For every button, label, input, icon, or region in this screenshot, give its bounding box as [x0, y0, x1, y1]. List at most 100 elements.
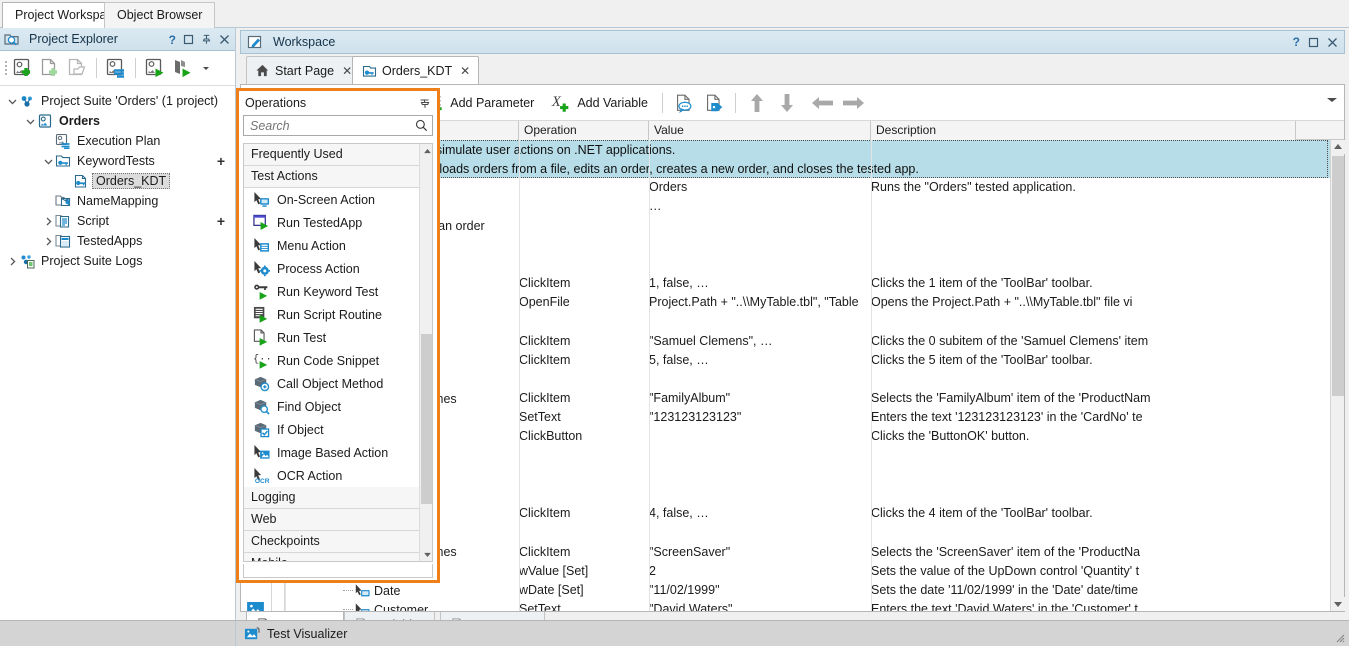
- value-cell[interactable]: [649, 236, 871, 255]
- operation-cell[interactable]: wValue [Set]: [519, 562, 649, 581]
- add-item-button[interactable]: +: [217, 214, 225, 228]
- help-button[interactable]: ?: [169, 34, 176, 46]
- add-item-button[interactable]: +: [217, 154, 225, 168]
- grid-header-value[interactable]: Value: [649, 121, 871, 140]
- close-icon[interactable]: ✕: [460, 64, 470, 78]
- operation-cell[interactable]: ClickItem: [519, 274, 649, 293]
- grid-vertical-scrollbar[interactable]: [1330, 140, 1344, 611]
- new-item-icon[interactable]: [38, 56, 62, 80]
- operation-cell[interactable]: ClickItem: [519, 389, 649, 408]
- ops-scroll-down-button[interactable]: [420, 547, 433, 561]
- value-cell[interactable]: "123123123123": [649, 408, 871, 427]
- operations-group-frequently-used[interactable]: Frequently Used: [244, 144, 432, 166]
- operations-group-checkpoints[interactable]: Checkpoints: [244, 531, 432, 553]
- operations-search-box[interactable]: [243, 115, 433, 136]
- move-left-icon[interactable]: [810, 93, 836, 113]
- value-cell[interactable]: [649, 312, 871, 331]
- grid-header-description[interactable]: Description: [871, 121, 1296, 140]
- search-icon[interactable]: [415, 119, 428, 132]
- operation-item-process-action[interactable]: Process Action: [244, 257, 432, 280]
- tree-node-orders-kdt[interactable]: Orders_KDT: [0, 171, 235, 191]
- table-row[interactable]: DatewDate [Set]"11/02/1999"Sets the date…: [241, 581, 1330, 600]
- operation-cell[interactable]: ClickItem: [519, 543, 649, 562]
- operation-item-run-script-routine[interactable]: Run Script Routine: [244, 303, 432, 326]
- value-cell[interactable]: [649, 447, 871, 466]
- value-cell[interactable]: Orders: [649, 178, 871, 197]
- scroll-down-button[interactable]: [1331, 597, 1345, 611]
- move-up-icon[interactable]: [744, 92, 770, 114]
- chevron-right-icon[interactable]: [42, 235, 55, 248]
- tree-node-script[interactable]: Script+: [0, 211, 235, 231]
- maximize-button[interactable]: [183, 34, 194, 45]
- add-comment-icon[interactable]: [671, 92, 697, 114]
- chevron-down-icon[interactable]: [24, 115, 37, 128]
- operation-cell[interactable]: [519, 312, 649, 331]
- operation-item-image-based-action[interactable]: Image Based Action: [244, 441, 432, 464]
- close-icon[interactable]: ✕: [342, 64, 352, 78]
- open-item-icon[interactable]: [65, 56, 89, 80]
- search-input[interactable]: [248, 118, 415, 134]
- operation-cell[interactable]: SetText: [519, 600, 649, 611]
- value-cell[interactable]: [649, 523, 871, 542]
- run-test-icon[interactable]: [170, 56, 194, 80]
- doc-tab-orders-kdt[interactable]: Orders_KDT ✕: [352, 56, 479, 84]
- resize-grip[interactable]: [1333, 631, 1345, 643]
- workspace-help-button[interactable]: ?: [1293, 36, 1300, 48]
- value-cell[interactable]: [649, 466, 871, 485]
- operation-item-ocr-action[interactable]: OCROCR Action: [244, 464, 432, 487]
- operations-group-test-actions[interactable]: Test Actions: [244, 166, 432, 188]
- scroll-up-button[interactable]: [1331, 140, 1345, 154]
- operation-cell[interactable]: [519, 466, 649, 485]
- add-variable-button[interactable]: X Add Variable: [544, 89, 654, 117]
- operations-group-logging[interactable]: Logging: [244, 487, 432, 509]
- operation-item-run-test[interactable]: Run Test: [244, 326, 432, 349]
- value-cell[interactable]: [649, 255, 871, 274]
- value-cell[interactable]: 2: [649, 562, 871, 581]
- tree-node-execution-plan[interactable]: Execution Plan: [0, 131, 235, 151]
- operation-cell[interactable]: [519, 370, 649, 389]
- operation-cell[interactable]: [519, 447, 649, 466]
- pin-icon[interactable]: [419, 97, 431, 109]
- operation-cell[interactable]: [519, 523, 649, 542]
- chevron-right-icon[interactable]: [42, 215, 55, 228]
- chevron-down-icon[interactable]: [42, 155, 55, 168]
- operation-cell[interactable]: ClickItem: [519, 332, 649, 351]
- value-cell[interactable]: [649, 427, 871, 446]
- value-cell[interactable]: 4, false, …: [649, 504, 871, 523]
- value-cell[interactable]: …: [649, 197, 871, 216]
- operation-cell[interactable]: [519, 178, 649, 197]
- chevron-down-icon[interactable]: [6, 95, 19, 108]
- operation-cell[interactable]: ClickButton: [519, 427, 649, 446]
- operation-item-find-object[interactable]: Find Object: [244, 395, 432, 418]
- workspace-maximize-button[interactable]: [1308, 37, 1319, 48]
- operation-cell[interactable]: [519, 255, 649, 274]
- tree-node-project-suite-orders-1-project[interactable]: Project Suite 'Orders' (1 project): [0, 91, 235, 111]
- close-icon[interactable]: [219, 34, 230, 45]
- value-cell[interactable]: [649, 216, 871, 235]
- operation-item-run-testedapp[interactable]: Run TestedApp: [244, 211, 432, 234]
- scrollbar-thumb[interactable]: [1332, 156, 1344, 396]
- operation-item-if-object[interactable]: If Object: [244, 418, 432, 441]
- value-cell[interactable]: "11/02/1999": [649, 581, 871, 600]
- operation-cell[interactable]: [519, 197, 649, 216]
- operation-cell[interactable]: ClickItem: [519, 351, 649, 370]
- value-cell[interactable]: "Samuel Clemens", …: [649, 332, 871, 351]
- value-cell[interactable]: 5, false, …: [649, 351, 871, 370]
- operations-scrollbar[interactable]: [419, 144, 432, 561]
- value-cell[interactable]: 1, false, …: [649, 274, 871, 293]
- operation-item-on-screen-action[interactable]: On-Screen Action: [244, 188, 432, 211]
- tree-node-namemapping[interactable]: NameMapping: [0, 191, 235, 211]
- operation-item-call-object-method[interactable]: Call Object Method: [244, 372, 432, 395]
- operations-group-web[interactable]: Web: [244, 509, 432, 531]
- operation-cell[interactable]: [519, 216, 649, 235]
- operation-cell[interactable]: [519, 485, 649, 504]
- value-cell[interactable]: "FamilyAlbum": [649, 389, 871, 408]
- pin-icon[interactable]: [201, 34, 212, 45]
- operation-cell[interactable]: SetText: [519, 408, 649, 427]
- move-down-icon[interactable]: [774, 92, 800, 114]
- operation-cell[interactable]: ClickItem: [519, 504, 649, 523]
- add-tag-icon[interactable]: [701, 92, 727, 114]
- step-thumbnail-icon[interactable]: [247, 602, 264, 611]
- toolbar-overflow-chevron-down-icon[interactable]: [1326, 96, 1338, 104]
- table-row[interactable]: CustomerSetText"David Waters"Enters the …: [241, 600, 1330, 611]
